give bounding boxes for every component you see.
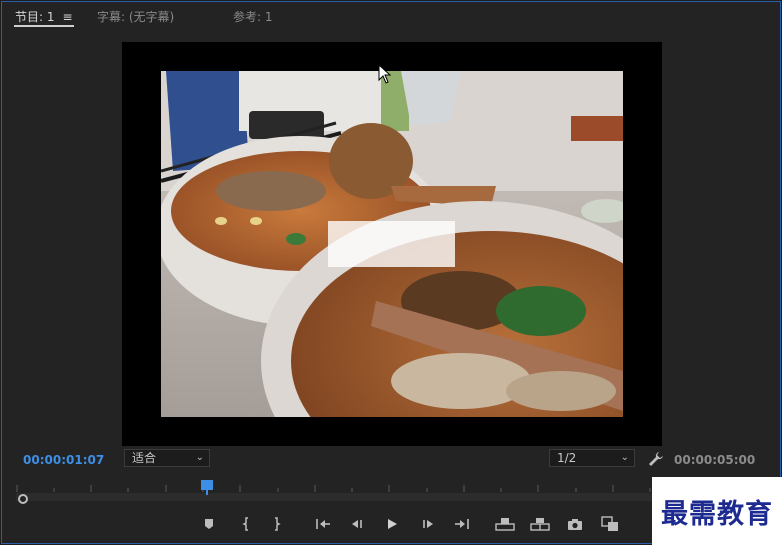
comparison-view-icon [601, 516, 618, 531]
mark-in-button[interactable] [235, 513, 257, 535]
ruler-ticks [16, 485, 651, 492]
playhead-line [206, 490, 208, 495]
duration-timecode: 00:00:05:00 [674, 453, 756, 467]
chevron-down-icon: ⌄ [620, 452, 629, 463]
comparison-view-button[interactable] [599, 513, 621, 535]
fit-dropdown-value: 适合 [132, 451, 157, 465]
extract-icon [530, 518, 550, 531]
mark-out-icon [275, 517, 281, 531]
tab-captions-label: 字幕: (无字幕) [97, 10, 175, 24]
video-viewer[interactable] [122, 42, 662, 446]
tab-reference-label: 参考: 1 [233, 10, 273, 24]
go-to-in-button[interactable] [312, 513, 334, 535]
export-frame-button[interactable] [564, 513, 586, 535]
zoom-handle[interactable] [18, 494, 28, 504]
title-overlay-box [328, 221, 455, 267]
zoom-scrollbar[interactable] [16, 493, 656, 501]
play-button[interactable] [381, 513, 403, 535]
time-ruler[interactable] [16, 476, 656, 504]
active-tab-underline [14, 25, 74, 27]
extract-button[interactable] [529, 513, 551, 535]
program-monitor-panel: 节目: 1 ≡ 字幕: (无字幕) 参考: 1 00:00:01:07 适合 ⌄… [1, 1, 781, 544]
watermark-logo: 最需教育 [652, 477, 782, 545]
mouse-cursor-icon [378, 64, 392, 84]
resolution-dropdown[interactable]: 1/2 ⌄ [549, 449, 635, 467]
playhead-marker[interactable] [201, 480, 213, 490]
step-forward-button[interactable] [417, 513, 439, 535]
tab-reference[interactable]: 参考: 1 [233, 8, 273, 25]
panel-tab-bar: 节目: 1 ≡ 字幕: (无字幕) 参考: 1 [2, 2, 780, 30]
go-to-out-icon [455, 519, 469, 529]
go-to-out-button[interactable] [451, 513, 473, 535]
fit-dropdown[interactable]: 适合 ⌄ [124, 449, 210, 467]
settings-wrench-icon[interactable] [648, 451, 664, 467]
mark-in-icon [242, 517, 248, 531]
lift-button[interactable] [494, 513, 516, 535]
current-timecode[interactable]: 00:00:01:07 [23, 453, 104, 467]
food-video-image [161, 71, 623, 417]
add-marker-icon [205, 519, 213, 529]
step-back-button[interactable] [346, 513, 368, 535]
go-to-in-icon [316, 519, 330, 529]
play-icon [388, 519, 397, 529]
step-forward-icon [423, 520, 433, 528]
tab-captions[interactable]: 字幕: (无字幕) [97, 8, 174, 25]
tab-program-label: 节目: 1 [15, 10, 55, 24]
mark-out-button[interactable] [266, 513, 288, 535]
chevron-down-icon: ⌄ [195, 452, 204, 463]
tab-program[interactable]: 节目: 1 ≡ [15, 8, 73, 25]
lift-icon [495, 518, 515, 531]
resolution-dropdown-value: 1/2 [557, 451, 577, 465]
step-back-icon [352, 520, 362, 528]
video-frame [161, 71, 623, 417]
panel-menu-icon[interactable]: ≡ [63, 10, 73, 24]
camera-icon [568, 519, 582, 530]
add-marker-button[interactable] [198, 513, 220, 535]
